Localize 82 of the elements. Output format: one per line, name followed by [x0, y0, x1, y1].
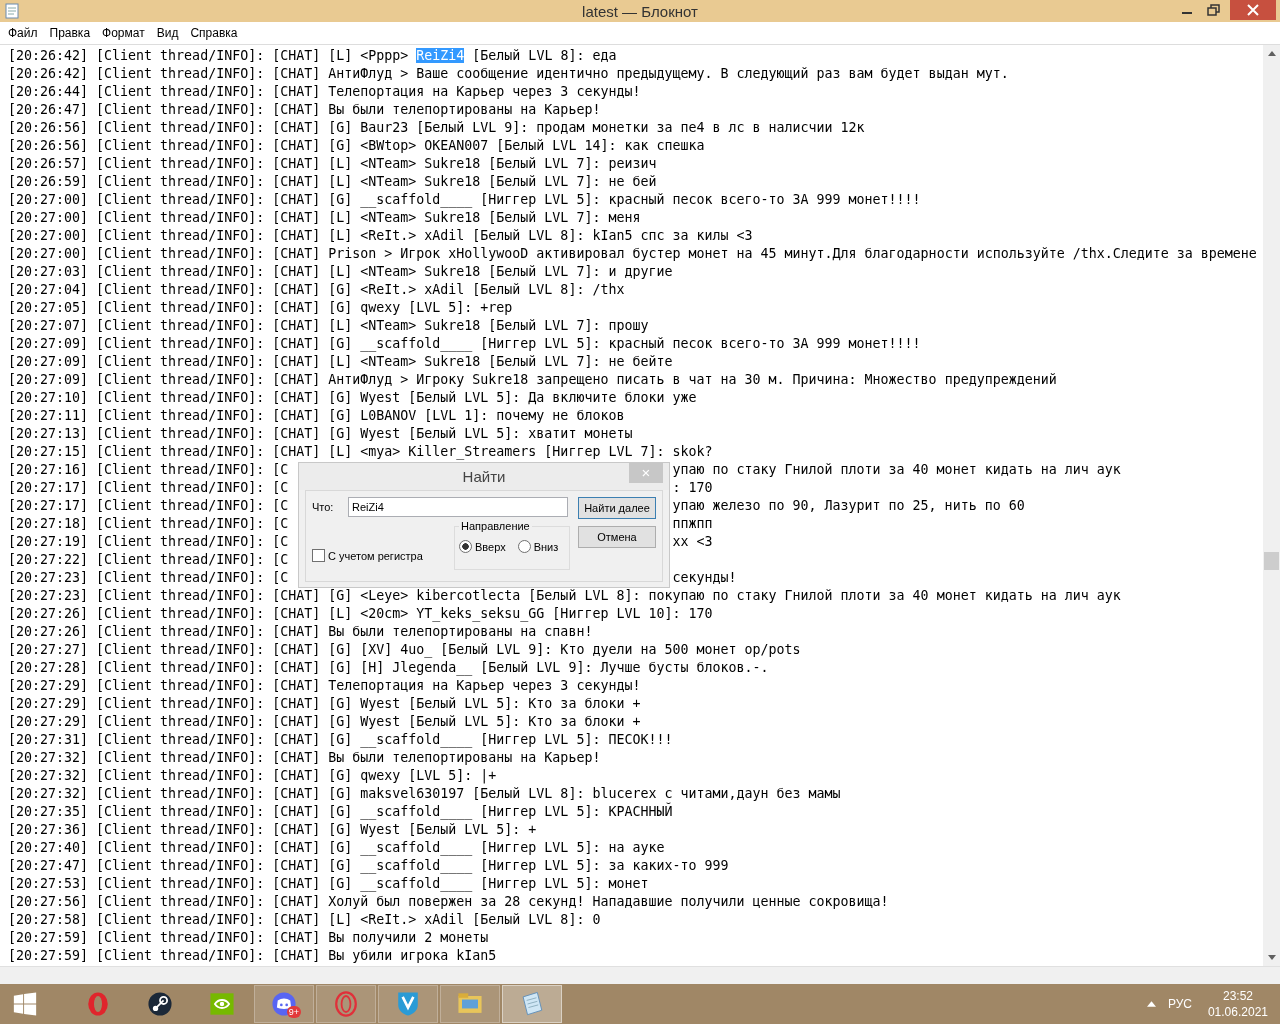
text-line: [20:27:32] [Client thread/INFO]: [CHAT] [G] qwexy [LVL 5]: |+: [8, 767, 498, 785]
text-line: [20:27:07] [Client thread/INFO]: [CHAT] [L] <NTeam> Sukre18 [Белый LVL 7]: прошу: [8, 317, 650, 335]
text-line: упаю по стаку Гнилой плоти за 40 монет кидать на лич аук: [672, 461, 1121, 479]
text-line: [20:27:36] [Client thread/INFO]: [CHAT] [G] Wyest [Белый LVL 5]: +: [8, 821, 538, 839]
menu-item[interactable]: Вид: [150, 26, 185, 40]
checkbox[interactable]: С учетом регистра: [312, 549, 423, 562]
radio-button[interactable]: Вниз: [517, 540, 559, 553]
text-line: [20:27:00] [Client thread/INFO]: [CHAT] [L] <ReIt.> xAdil [Белый LVL 8]: kIan5 спс за килы <3: [8, 227, 754, 245]
notepad-icon: [4, 3, 20, 19]
menu-item[interactable]: Правка: [43, 26, 97, 40]
text-line: [20:26:47] [Client thread/INFO]: [CHAT] Вы были телепортированы на Карьер!: [8, 101, 602, 119]
text-line: [20:27:09] [Client thread/INFO]: [CHAT] [G] __scaffold____ [Ниггер LVL 5]: красный песок всего-то ЗА 999 монет!!!!: [8, 335, 922, 353]
text-line: [20:27:26] [Client thread/INFO]: [CHAT] Вы были телепортированы на спавн!: [8, 623, 594, 641]
text-line: [20:26:59] [Client thread/INFO]: [CHAT] [L] <NTeam> Sukre18 [Белый LVL 7]: не бей: [8, 173, 658, 191]
text-line: [20:27:04] [Client thread/INFO]: [CHAT] [G] <ReIt.> xAdil [Белый LVL 8]: /thx: [8, 281, 626, 299]
close-button[interactable]: [1230, 0, 1276, 20]
text-line: [20:27:17] [Client thread/INFO]: [C: [8, 479, 290, 497]
text-line: [20:26:57] [Client thread/INFO]: [CHAT] [L] <NTeam> Sukre18 [Белый LVL 7]: реизич: [8, 155, 658, 173]
scroll-down-icon[interactable]: [1267, 955, 1276, 960]
text-line: [20:27:53] [Client thread/INFO]: [CHAT] [G] __scaffold____ [Ниггер LVL 5]: монет: [8, 875, 650, 893]
text-line: [20:27:16] [Client thread/INFO]: [C: [8, 461, 290, 479]
taskbar-button[interactable]: 9+: [254, 985, 314, 1023]
text-line: [20:27:28] [Client thread/INFO]: [CHAT] [G] [H] Jlegenda__ [Белый LVL 9]: Лучше бусты блоков.-.: [8, 659, 770, 677]
scroll-thumb[interactable]: [1264, 552, 1279, 570]
text-line: xx <3: [672, 533, 713, 551]
text-line: [20:26:42] [Client thread/INFO]: [CHAT] АнтиФлуд > Ваше сообщение идентично предыдущему. В следующий раз вам будет выдан мут.: [8, 65, 1010, 83]
field-label: Что:: [312, 501, 335, 513]
radio-button[interactable]: Вверх: [459, 540, 506, 553]
text-line: [20:27:00] [Client thread/INFO]: [CHAT] [L] <NTeam> Sukre18 [Белый LVL 7]: меня: [8, 209, 642, 227]
text-line: [20:26:56] [Client thread/INFO]: [CHAT] [G] Baur23 [Белый LVL 9]: продам монетки за пе4 в лс в налисчии 12к: [8, 119, 866, 137]
text-line: [20:27:00] [Client thread/INFO]: [CHAT] Prison > Игрок xHollywooD активировал бустер монет на 45 минут.Для благодарности используйте /thx.Следите за времене: [8, 245, 1258, 263]
text-line: [20:27:09] [Client thread/INFO]: [CHAT] [L] <NTeam> Sukre18 [Белый LVL 7]: не бейте: [8, 353, 674, 371]
text-line: [20:27:11] [Client thread/INFO]: [CHAT] [G] L0BANOV [LVL 1]: почему не блоков: [8, 407, 626, 425]
text-line: ппжпп: [672, 515, 713, 533]
text-line: упаю железо по 90, Лазурит по 25, нить по 60: [672, 497, 1025, 515]
text-line: [20:27:29] [Client thread/INFO]: [CHAT] [G] Wyest [Белый LVL 5]: Кто за блоки +: [8, 713, 642, 731]
menu-item[interactable]: Формат: [96, 26, 151, 40]
text-line: [20:27:58] [Client thread/INFO]: [CHAT] [L] <ReIt.> xAdil [Белый LVL 8]: 0: [8, 911, 602, 929]
text-line: секунды!: [672, 569, 737, 587]
text-line: [20:27:22] [Client thread/INFO]: [C: [8, 551, 290, 569]
text-line: [20:27:23] [Client thread/INFO]: [C: [8, 569, 290, 587]
text-line: [20:27:09] [Client thread/INFO]: [CHAT] АнтиФлуд > Игроку Sukre18 запрещено писать в чат на 30 м. Причина: Множество предупреждений: [8, 371, 1058, 389]
horizontal-scrollbar[interactable]: [0, 966, 1280, 984]
scroll-up-icon[interactable]: [1267, 51, 1276, 56]
text-line: [20:27:29] [Client thread/INFO]: [CHAT] Телепортация на Карьер через 3 секунды!: [8, 677, 642, 695]
text-line: [20:27:19] [Client thread/INFO]: [C: [8, 533, 290, 551]
text-line: [20:27:13] [Client thread/INFO]: [CHAT] [G] Wyest [Белый LVL 5]: хватит монеты: [8, 425, 634, 443]
menu-item[interactable]: Файл: [2, 26, 44, 40]
dialog-title: Найти: [462, 468, 506, 485]
text-line: [20:27:18] [Client thread/INFO]: [C: [8, 515, 290, 533]
text-line: [20:27:27] [Client thread/INFO]: [CHAT] [G] [XV] 4uo_ [Белый LVL 9]: Кто дуели на 500 монет op/pots: [8, 641, 802, 659]
text-line: : 170: [672, 479, 713, 497]
menu-item[interactable]: Справка: [184, 26, 244, 40]
window-title: latest — Блокнот: [582, 2, 698, 20]
text-line: [20:27:59] [Client thread/INFO]: [CHAT] Вы получили 2 монеты: [8, 929, 490, 947]
text-line: [20:27:17] [Client thread/INFO]: [C: [8, 497, 290, 515]
text-line: [20:27:47] [Client thread/INFO]: [CHAT] [G] __scaffold____ [Ниггер LVL 5]: за каких-то 999: [8, 857, 730, 875]
tray-expand-icon[interactable]: [1146, 1001, 1156, 1007]
text-line: [20:26:44] [Client thread/INFO]: [CHAT] Телепортация на Карьер через 3 секунды!: [8, 83, 642, 101]
text-line: [20:27:56] [Client thread/INFO]: [CHAT] Холуй был повержен за 28 секунд! Нападавшие получили ценные сокровища!: [8, 893, 890, 911]
text-line: [20:27:26] [Client thread/INFO]: [CHAT] [L] <20cm> YT_keks_seksu_GG [Ниггер LVL 10]: 170: [8, 605, 714, 623]
text-line: [20:27:29] [Client thread/INFO]: [CHAT] [G] Wyest [Белый LVL 5]: Кто за блоки +: [8, 695, 642, 713]
text-line: [20:27:35] [Client thread/INFO]: [CHAT] [G] __scaffold____ [Ниггер LVL 5]: КРАСННЫЙ: [8, 803, 674, 821]
text-line: [20:26:42] [Client thread/INFO]: [CHAT] [L] <Pppp> ReiZi4 [Белый LVL 8]: еда: [8, 47, 618, 65]
find-next-button[interactable]: Найти далее: [578, 497, 656, 519]
search-field[interactable]: ReiZi4: [348, 497, 568, 517]
group-title: Направление: [459, 520, 532, 532]
text-line: [20:27:40] [Client thread/INFO]: [CHAT] [G] __scaffold____ [Ниггер LVL 5]: на ауке: [8, 839, 666, 857]
vertical-scrollbar[interactable]: [1263, 45, 1280, 966]
text-line: [20:26:56] [Client thread/INFO]: [CHAT] [G] <BWtop> OKEAN007 [Белый LVL 14]: как спешка: [8, 137, 706, 155]
text-line: [20:27:00] [Client thread/INFO]: [CHAT] [G] __scaffold____ [Ниггер LVL 5]: красный песок всего-то ЗА 999 монет!!!!: [8, 191, 922, 209]
start-button[interactable]: [12, 991, 38, 1017]
text-line: [20:27:32] [Client thread/INFO]: [CHAT] Вы были телепортированы на Карьер!: [8, 749, 602, 767]
cancel-button[interactable]: Отмена: [578, 526, 656, 548]
text-line: [20:27:03] [Client thread/INFO]: [CHAT] [L] <NTeam> Sukre18 [Белый LVL 7]: и другие: [8, 263, 674, 281]
text-line: [20:27:31] [Client thread/INFO]: [CHAT] [G] __scaffold____ [Ниггер LVL 5]: ПЕСОК!!!: [8, 731, 674, 749]
text-line: [20:27:15] [Client thread/INFO]: [CHAT] [L] <mya> Killer_Streamers [Ниггер LVL 7]: skok?: [8, 443, 714, 461]
text-line: [20:27:59] [Client thread/INFO]: [CHAT] Вы убили игрока kIan5: [8, 947, 498, 965]
text-line: [20:27:10] [Client thread/INFO]: [CHAT] [G] Wyest [Белый LVL 5]: Да включите блоки уже: [8, 389, 698, 407]
text-line: [20:27:23] [Client thread/INFO]: [CHAT] [G] <Leye> kibercotlecta [Белый LVL 8]: покупаю по стаку Гнилой плоти за 40 монет кидать на лич аук: [8, 587, 1122, 605]
text-line: [20:27:05] [Client thread/INFO]: [CHAT] [G] qwexy [LVL 5]: +rep: [8, 299, 514, 317]
text-line: [20:27:32] [Client thread/INFO]: [CHAT] [G] maksvel630197 [Белый LVL 8]: blucerex с читами,даун без мамы: [8, 785, 842, 802]
